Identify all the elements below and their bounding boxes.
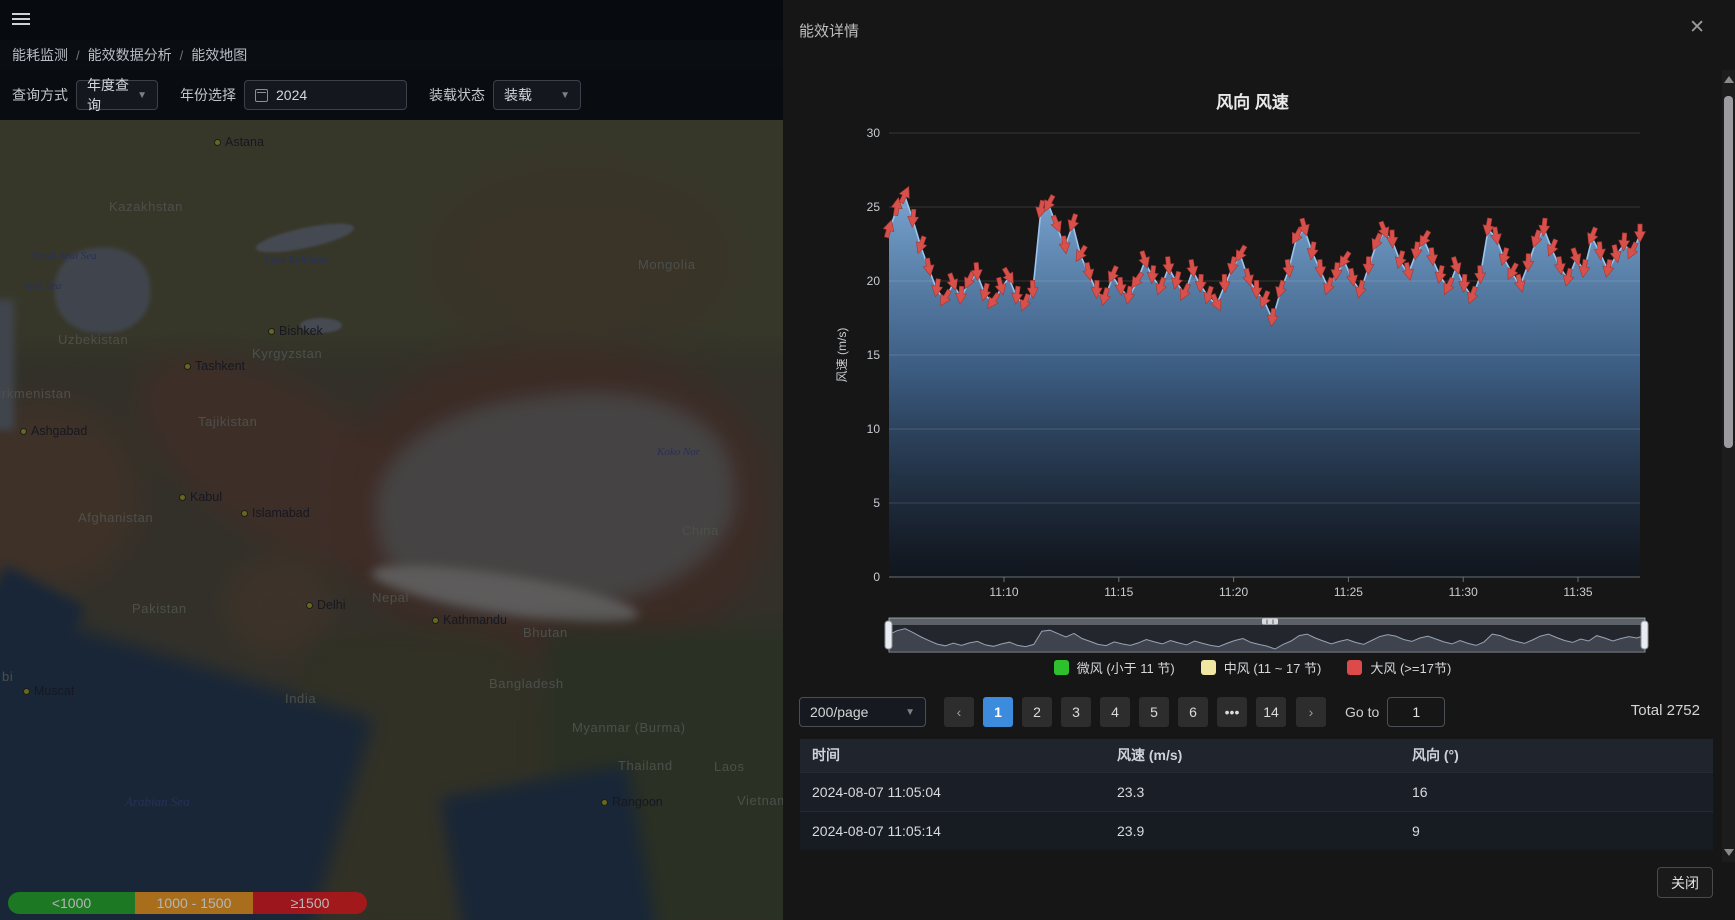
wind-strength-legend: 微风 (小于 11 节) 中风 (11 ~ 17 节) 大风 (>=17节) — [783, 658, 1722, 677]
svg-text:30: 30 — [867, 126, 881, 140]
load-state-select[interactable]: 装载 ▼ — [493, 80, 581, 110]
menu-hamburger-icon[interactable] — [12, 13, 30, 27]
prev-page-button[interactable]: ‹ — [944, 697, 974, 727]
page-button-4[interactable]: 4 — [1100, 697, 1130, 727]
table-cell: 2024-08-07 11:05:14 — [800, 811, 1105, 850]
breadcrumb: 能耗监测 / 能效数据分析 / 能效地图 — [0, 40, 783, 70]
legend-swatch-icon — [1054, 660, 1069, 675]
page-button-3[interactable]: 3 — [1061, 697, 1091, 727]
svg-text:11:30: 11:30 — [1449, 585, 1478, 599]
chevron-down-icon: ▼ — [905, 707, 915, 718]
table-body: 2024-08-07 11:05:0423.3162024-08-07 11:0… — [800, 772, 1713, 850]
chart-title: 风向 风速 — [783, 88, 1722, 113]
map-color-legend: <10001000 - 1500≥1500 — [8, 892, 367, 914]
map-legend-segment: <1000 — [8, 892, 135, 914]
table-header-cell: 风向 (°) — [1400, 739, 1713, 772]
page-buttons: 123456 ••• 14 — [974, 697, 1286, 727]
legend-item[interactable]: 微风 (小于 11 节) — [1054, 658, 1175, 677]
map-legend-segment: ≥1500 — [253, 892, 367, 914]
table-header-row: 时间风速 (m/s)风向 (°) — [800, 739, 1713, 772]
query-mode-label: 查询方式 — [12, 85, 68, 105]
svg-text:5: 5 — [873, 496, 880, 510]
app-window: KazakhstanMongoliaUzbekistanKyrgyzstanTu… — [0, 0, 1735, 920]
svg-text:风速 (m/s): 风速 (m/s) — [835, 328, 849, 383]
table-header-cell: 时间 — [800, 739, 1105, 772]
table-cell: 16 — [1400, 772, 1713, 811]
legend-swatch-icon — [1347, 660, 1362, 675]
table-cell: 9 — [1400, 811, 1713, 850]
wind-data-table: 时间风速 (m/s)风向 (°) 2024-08-07 11:05:0423.3… — [800, 739, 1713, 850]
breadcrumb-item-1[interactable]: 能耗监测 — [12, 45, 68, 65]
vertical-scrollbar[interactable] — [1722, 70, 1735, 862]
year-date-input[interactable]: 2024 — [244, 80, 407, 110]
svg-text:25: 25 — [867, 200, 881, 214]
page-size-value: 200/page — [810, 704, 868, 720]
scrollbar-thumb[interactable] — [1724, 96, 1733, 448]
svg-text:0: 0 — [873, 570, 880, 584]
load-state-value: 装载 — [504, 85, 532, 105]
year-select-label: 年份选择 — [180, 85, 236, 105]
svg-text:11:35: 11:35 — [1563, 585, 1592, 599]
detail-drawer: 能效详情 ✕ 05101520253011:1011:1511:2011:251… — [783, 0, 1735, 920]
goto-page-input[interactable] — [1387, 697, 1445, 727]
breadcrumb-separator: / — [76, 48, 80, 63]
svg-text:11:25: 11:25 — [1334, 585, 1363, 599]
legend-swatch-icon — [1201, 660, 1216, 675]
table-row[interactable]: 2024-08-07 11:05:1423.99 — [800, 811, 1713, 850]
scroll-up-icon[interactable] — [1724, 76, 1734, 83]
legend-label: 微风 (小于 11 节) — [1077, 658, 1175, 677]
svg-text:11:10: 11:10 — [989, 585, 1018, 599]
scroll-down-icon[interactable] — [1724, 849, 1734, 856]
table-cell: 23.9 — [1105, 811, 1400, 850]
table-cell: 23.3 — [1105, 772, 1400, 811]
page-button-1[interactable]: 1 — [983, 697, 1013, 727]
calendar-icon — [255, 89, 268, 102]
legend-item[interactable]: 中风 (11 ~ 17 节) — [1201, 658, 1322, 677]
page-button-6[interactable]: 6 — [1178, 697, 1208, 727]
page-button-2[interactable]: 2 — [1022, 697, 1052, 727]
year-value: 2024 — [276, 87, 307, 103]
goto-label: Go to — [1345, 704, 1379, 720]
load-state-label: 装载状态 — [429, 85, 485, 105]
total-count: Total 2752 — [1631, 702, 1700, 719]
query-mode-select[interactable]: 年度查询 ▼ — [76, 80, 158, 110]
page-size-select[interactable]: 200/page ▼ — [799, 697, 926, 727]
breadcrumb-separator: / — [180, 48, 184, 63]
next-page-button[interactable]: › — [1296, 697, 1326, 727]
pagination: 200/page ▼ ‹ 123456 ••• 14 › Go to — [799, 697, 1445, 727]
table-cell: 2024-08-07 11:05:04 — [800, 772, 1105, 811]
map-legend-segment: 1000 - 1500 — [135, 892, 253, 914]
legend-label: 中风 (11 ~ 17 节) — [1224, 658, 1322, 677]
breadcrumb-item-2[interactable]: 能效数据分析 — [88, 45, 172, 65]
chevron-down-icon: ▼ — [560, 90, 570, 101]
svg-text:20: 20 — [867, 274, 881, 288]
table-header-cell: 风速 (m/s) — [1105, 739, 1400, 772]
svg-text:15: 15 — [867, 348, 881, 362]
svg-text:11:15: 11:15 — [1104, 585, 1133, 599]
svg-text:11:20: 11:20 — [1219, 585, 1248, 599]
legend-label: 大风 (>=17节) — [1370, 658, 1451, 677]
filter-bar: 查询方式 年度查询 ▼ 年份选择 2024 装载状态 装载 ▼ — [0, 70, 783, 120]
breadcrumb-item-3[interactable]: 能效地图 — [191, 45, 247, 65]
more-pages-button[interactable]: ••• — [1217, 697, 1247, 727]
chevron-down-icon: ▼ — [137, 90, 147, 101]
page-button-14[interactable]: 14 — [1256, 697, 1286, 727]
legend-item[interactable]: 大风 (>=17节) — [1347, 658, 1451, 677]
close-button[interactable]: 关闭 — [1657, 867, 1713, 898]
svg-text:10: 10 — [867, 422, 881, 436]
page-button-5[interactable]: 5 — [1139, 697, 1169, 727]
table-row[interactable]: 2024-08-07 11:05:0423.316 — [800, 772, 1713, 811]
query-mode-value: 年度查询 — [87, 75, 129, 115]
